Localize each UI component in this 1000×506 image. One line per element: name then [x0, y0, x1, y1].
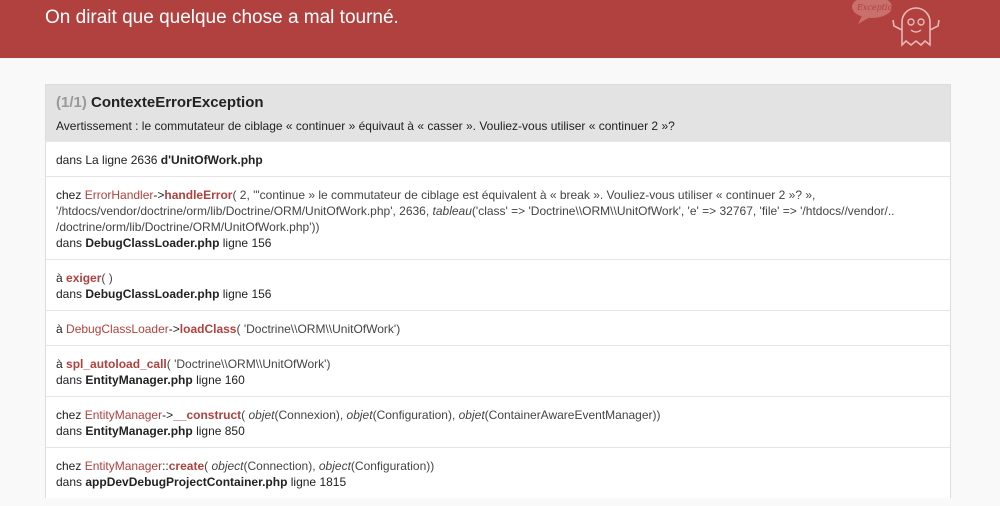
trace-location: dans appDevDebugProjectContainer.php lig… [56, 474, 940, 490]
trace-prefix: chez [56, 408, 82, 422]
trace-file[interactable]: EntityManager.php [85, 373, 192, 387]
trace-line: ligne 160 [196, 373, 245, 387]
trace-line: ligne 850 [196, 424, 245, 438]
trace-arg: ( ) [101, 271, 113, 285]
trace-call: à DebugClassLoader->loadClass( 'Doctrine… [56, 321, 940, 337]
trace-arg: objet [248, 408, 275, 422]
trace-method: exiger [66, 271, 102, 285]
trace-call: à spl_autoload_call( 'Doctrine\\ORM\\Uni… [56, 356, 940, 372]
trace-line: ligne 1815 [290, 475, 347, 489]
trace-line: ligne 156 [222, 287, 272, 301]
exception-panel: (1/1) ContexteErrorException Avertisseme… [45, 84, 951, 498]
trace-line: ligne 156 [222, 236, 272, 250]
trace-arg: tableau [432, 204, 472, 218]
trace-operator: :: [162, 459, 169, 473]
trace-method: __construct [173, 408, 242, 422]
exception-location: dans La ligne 2636 d'UnitOfWork.php [46, 141, 950, 176]
error-header: On dirait que quelque chose a mal tourné… [0, 0, 1000, 58]
trace-operator: -> [153, 188, 165, 202]
trace-operator: -> [162, 408, 174, 422]
trace-method: loadClass [179, 322, 237, 336]
trace-prefix: chez [56, 459, 82, 473]
trace-arg: ( 'Doctrine\\ORM\\UnitOfWork') [236, 322, 401, 336]
trace-item: à exiger( ) dans DebugClassLoader.php lig… [46, 259, 950, 310]
trace-arg: (Connexion), [274, 408, 347, 422]
location-file: d'UnitOfWork.php [160, 153, 263, 167]
trace-in: dans [56, 236, 83, 250]
trace-item: chez EntityManager::create( object(Conne… [46, 447, 950, 498]
trace-in: dans [56, 424, 83, 438]
exception-ghost-logo: Exception! [852, 0, 940, 47]
trace-item: à spl_autoload_call( 'Doctrine\\ORM\\Uni… [46, 345, 950, 396]
trace-class[interactable]: EntityManager [85, 459, 162, 473]
trace-location: dans DebugClassLoader.php ligne 156 [56, 286, 940, 302]
trace-file[interactable]: DebugClassLoader.php [85, 287, 219, 301]
trace-call: chez EntityManager::create( object(Conne… [56, 458, 940, 474]
trace-location: dans EntityManager.php ligne 160 [56, 372, 940, 388]
exception-message: Avertissement : le commutateur de ciblag… [56, 119, 675, 133]
trace-method: spl_autoload_call [66, 357, 167, 371]
exception-header: (1/1) ContexteErrorException Avertisseme… [46, 85, 950, 141]
trace-class[interactable]: EntityManager [85, 408, 162, 422]
trace-item: à DebugClassLoader->loadClass( 'Doctrine… [46, 310, 950, 345]
page-title: On dirait que quelque chose a mal tourné… [45, 7, 399, 28]
trace-in: dans [56, 475, 83, 489]
trace-arg: (Configuration), [372, 408, 459, 422]
trace-operator: -> [168, 322, 180, 336]
trace-arg: ( 'Doctrine\\ORM\\UnitOfWork') [166, 357, 331, 371]
exception-count: (1/1) [56, 94, 87, 111]
trace-call: chez ErrorHandler->handleError( 2, '"con… [56, 187, 940, 235]
trace-arg: objet [458, 408, 485, 422]
trace-class[interactable]: ErrorHandler [85, 188, 154, 202]
trace-location: dans DebugClassLoader.php ligne 156 [56, 235, 940, 251]
trace-prefix: à [56, 271, 63, 285]
exception-class: ContexteErrorException [91, 94, 264, 111]
trace-in: dans [56, 373, 83, 387]
trace-call: à exiger( ) [56, 270, 940, 286]
trace-call: chez EntityManager->__construct( objet(C… [56, 407, 940, 423]
trace-file[interactable]: DebugClassLoader.php [85, 236, 219, 250]
trace-prefix: chez [56, 188, 82, 202]
trace-arg: (Configuration)) [350, 459, 435, 473]
trace-arg: objet [346, 408, 373, 422]
trace-prefix: à [56, 322, 63, 336]
trace-file[interactable]: appDevDebugProjectContainer.php [85, 475, 287, 489]
trace-method: create [168, 459, 205, 473]
trace-arg: object [318, 459, 351, 473]
stack-trace: chez ErrorHandler->handleError( 2, '"con… [46, 176, 950, 498]
trace-prefix: à [56, 357, 63, 371]
trace-class[interactable]: DebugClassLoader [66, 322, 169, 336]
trace-in: dans [56, 287, 83, 301]
logo-text: Exception! [856, 3, 901, 12]
trace-file[interactable]: EntityManager.php [85, 424, 192, 438]
trace-location: dans EntityManager.php ligne 850 [56, 423, 940, 439]
exception-title: (1/1) ContexteErrorException [56, 94, 940, 111]
trace-item: chez ErrorHandler->handleError( 2, '"con… [46, 176, 950, 259]
trace-arg: (Connection), [243, 459, 319, 473]
trace-method: handleError [164, 188, 233, 202]
trace-arg: object [211, 459, 244, 473]
trace-item: chez EntityManager->__construct( objet(C… [46, 396, 950, 447]
location-prefix: dans La ligne 2636 [56, 153, 158, 167]
trace-arg: (ContainerAwareEventManager)) [484, 408, 661, 422]
